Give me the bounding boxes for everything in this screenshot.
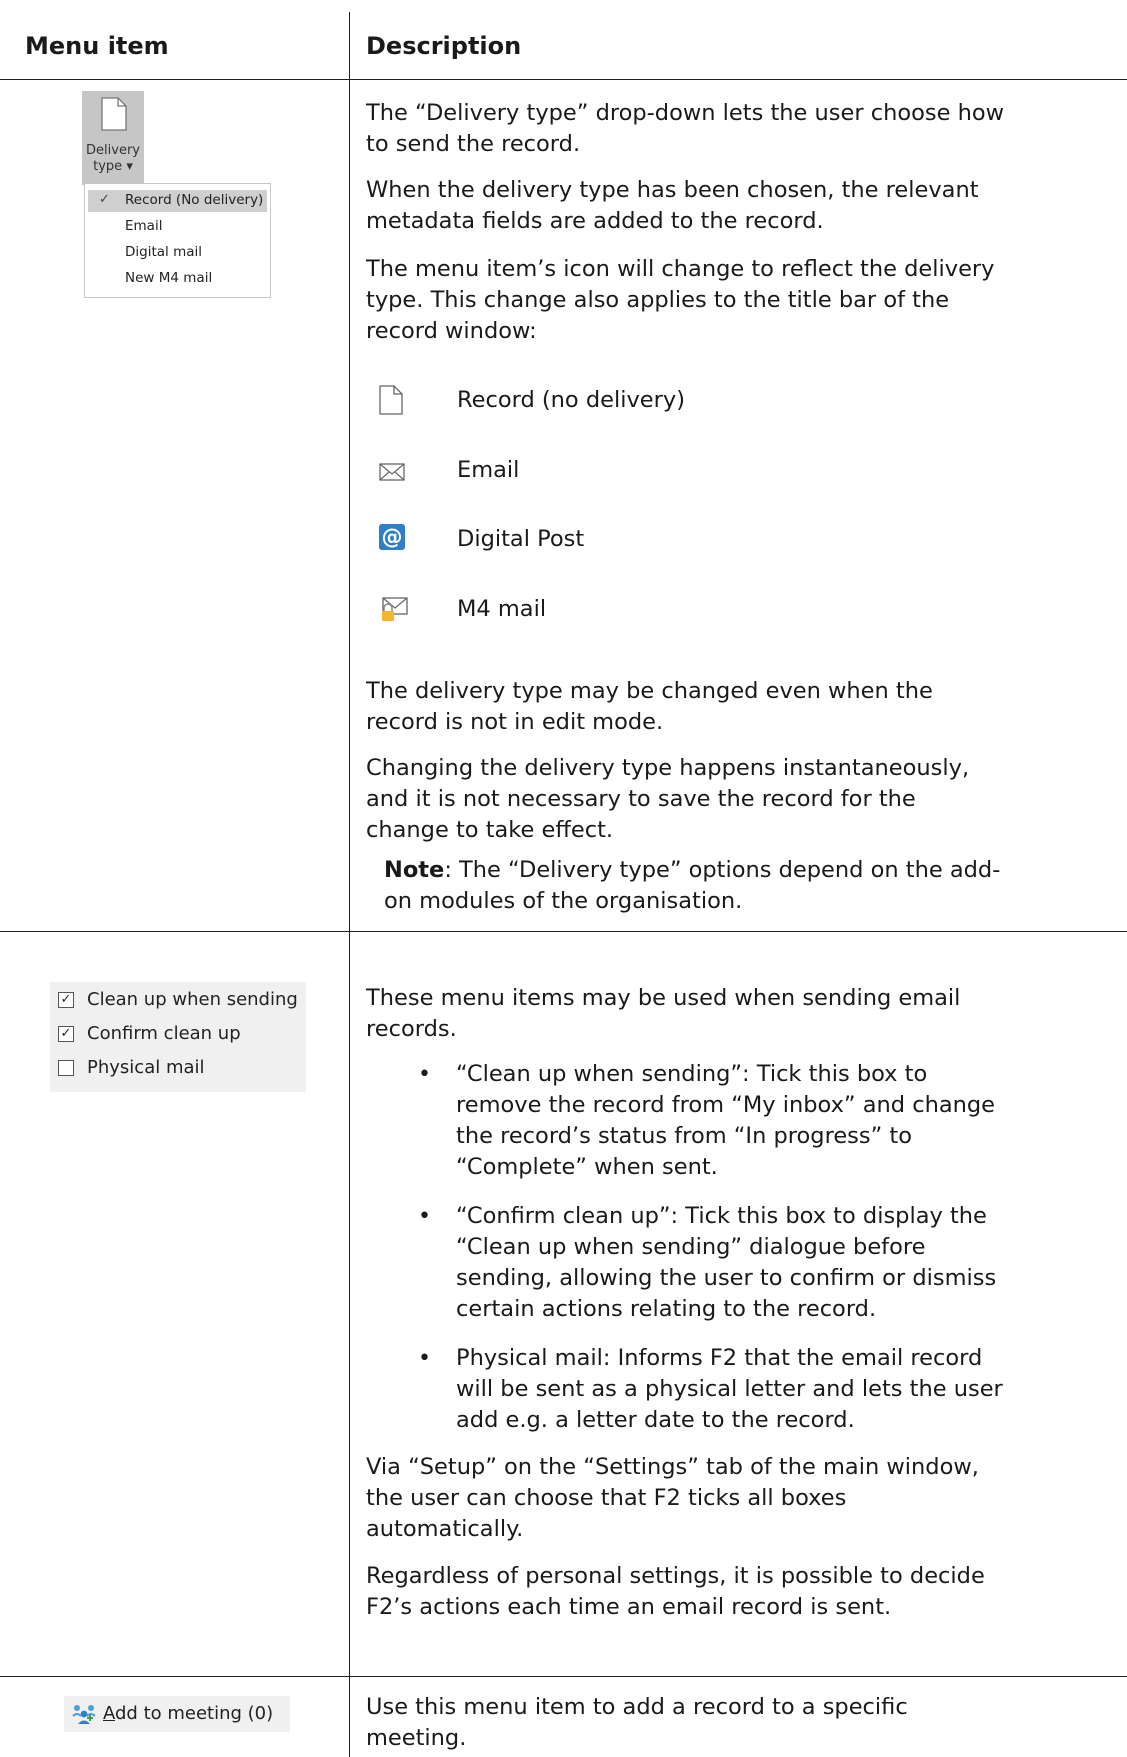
bullet-item: “Clean up when sending”: Tick this box t… <box>456 1061 996 1180</box>
paragraph: The delivery type may be changed even wh… <box>366 678 933 735</box>
meeting-people-icon <box>72 1705 96 1724</box>
delivery-type-button[interactable]: Delivery type ▾ <box>82 91 144 185</box>
checkbox-label: Clean up when sending <box>87 989 298 1010</box>
icon-label: Email <box>457 457 520 483</box>
paragraph: Use this menu item to add a record to a … <box>366 1694 908 1751</box>
sending-options-panel: ✓ Clean up when sending ✓ Confirm clean … <box>50 982 306 1092</box>
checkbox-label: Physical mail <box>87 1057 205 1078</box>
note: Note: The “Delivery type” options depend… <box>384 857 1001 914</box>
bullet: • <box>418 1204 431 1229</box>
header-divider <box>0 79 1127 80</box>
paragraph: Regardless of personal settings, it is p… <box>366 1563 985 1620</box>
locked-envelope-icon <box>382 597 408 621</box>
add-to-meeting-button[interactable]: Add to meeting (0) <box>64 1696 290 1732</box>
bullet-item: “Confirm clean up”: Tick this box to dis… <box>456 1203 997 1322</box>
checkbox-label: Confirm clean up <box>87 1023 241 1044</box>
clean-up-checkbox[interactable]: ✓ <box>58 992 74 1008</box>
row-divider <box>0 931 1127 932</box>
column-divider <box>349 12 350 1757</box>
paragraph: Changing the delivery type happens insta… <box>366 755 970 843</box>
envelope-icon <box>379 463 405 481</box>
icon-label: Digital Post <box>457 526 585 552</box>
paragraph: When the delivery type has been chosen, … <box>366 177 979 234</box>
menu-item-new-m4-mail[interactable]: New M4 mail <box>125 270 212 286</box>
paragraph: Via “Setup” on the “Settings” tab of the… <box>366 1454 979 1542</box>
icon-label: M4 mail <box>457 596 547 622</box>
svg-text:@: @ <box>382 525 403 549</box>
confirm-clean-up-checkbox[interactable]: ✓ <box>58 1026 74 1042</box>
delivery-type-label: Delivery <box>86 143 140 158</box>
paragraph: The “Delivery type” drop-down lets the u… <box>366 100 1005 157</box>
at-sign-icon: @ <box>379 524 405 550</box>
menu-item-record[interactable]: Record (No delivery) <box>125 192 263 208</box>
row-divider <box>0 1676 1127 1677</box>
paragraph: These menu items may be used when sendin… <box>366 985 961 1042</box>
document-icon <box>101 97 127 131</box>
menu-item-email[interactable]: Email <box>125 218 162 234</box>
physical-mail-checkbox[interactable] <box>58 1060 74 1076</box>
column-header-menu-item: Menu item <box>25 32 169 60</box>
bullet-item: Physical mail: Informs F2 that the email… <box>456 1345 1003 1433</box>
menu-item-digital-mail[interactable]: Digital mail <box>125 244 202 260</box>
column-header-description: Description <box>366 32 522 60</box>
icon-label: Record (no delivery) <box>457 387 685 413</box>
paragraph: The menu item’s icon will change to refl… <box>366 256 995 344</box>
check-icon: ✓ <box>99 192 110 207</box>
bullet: • <box>418 1062 431 1087</box>
delivery-type-label-2: type ▾ <box>93 159 133 174</box>
delivery-type-menu: ✓ Record (No delivery) Email Digital mai… <box>84 183 271 298</box>
bullet: • <box>418 1346 431 1371</box>
document-icon <box>379 385 403 415</box>
add-to-meeting-label: Add to meeting (0) <box>103 1703 274 1724</box>
